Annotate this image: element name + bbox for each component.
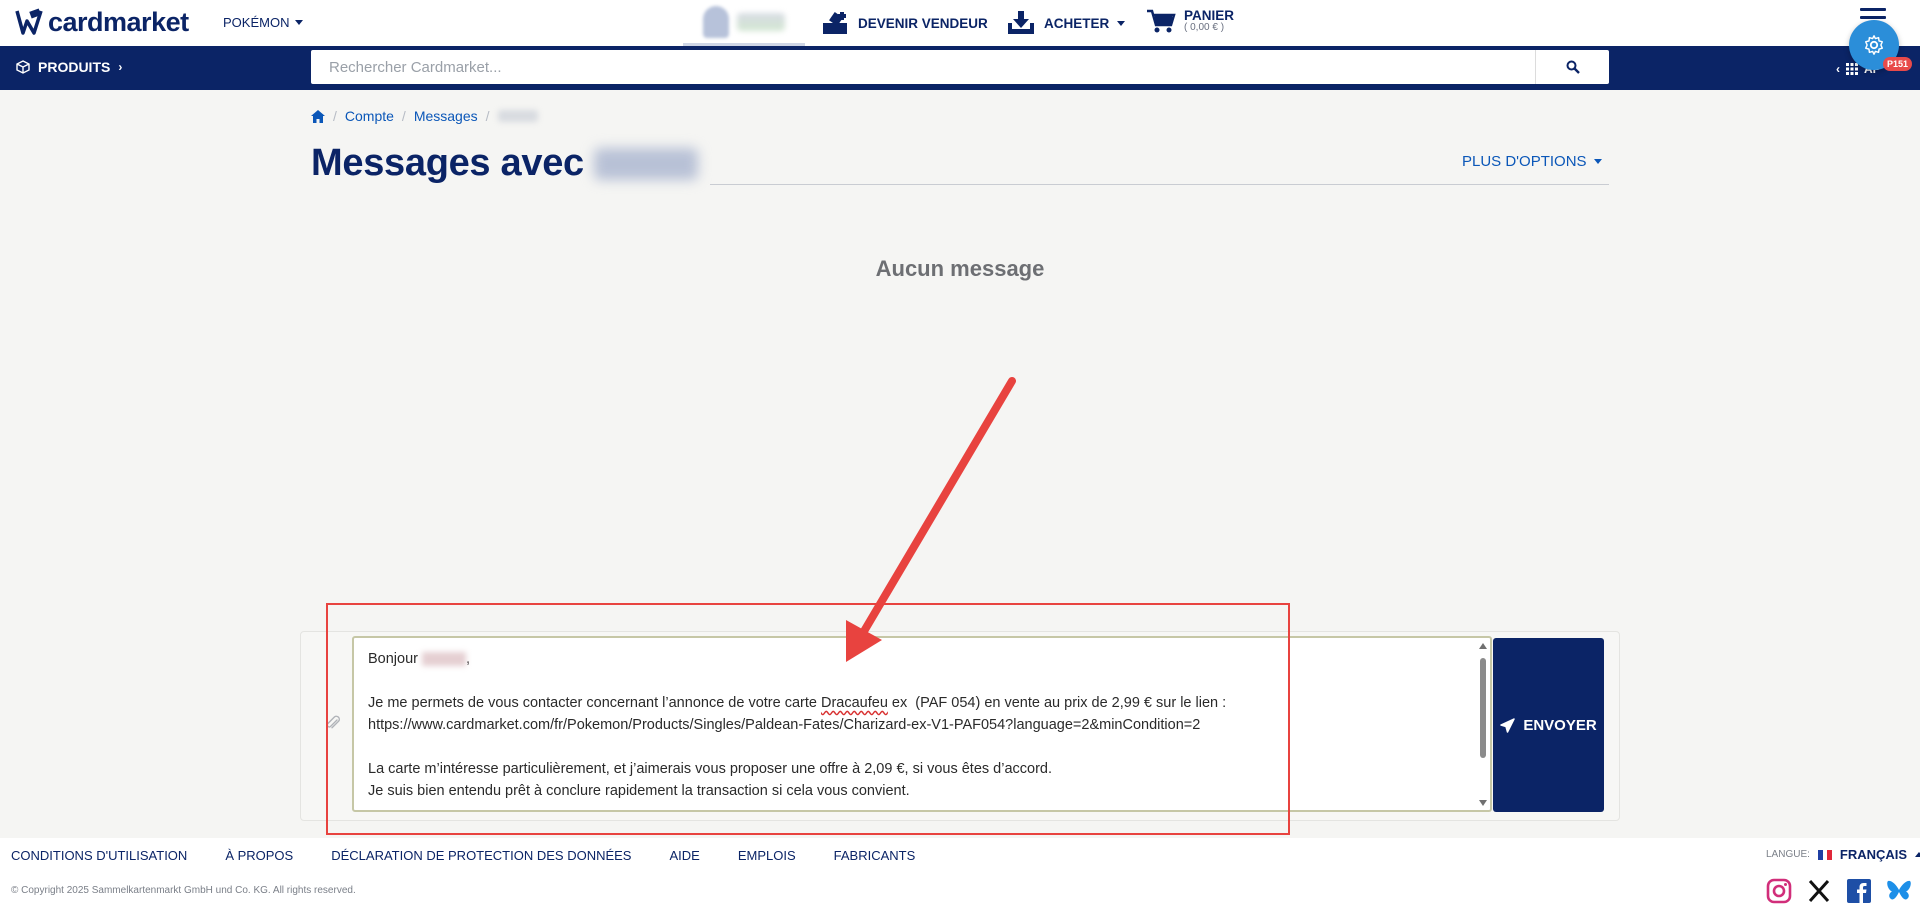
buy-menu[interactable]: ACHETER (1006, 10, 1126, 36)
search-button[interactable] (1535, 50, 1609, 84)
message-textarea[interactable]: Bonjour , Je me permets de vous contacte… (352, 636, 1492, 812)
buy-label: ACHETER (1044, 15, 1110, 31)
become-seller-label: DEVENIR VENDEUR (858, 15, 988, 31)
cube-icon (16, 60, 30, 74)
scroll-up-icon[interactable] (1479, 643, 1487, 649)
more-options-label: PLUS D'OPTIONS (1462, 153, 1587, 170)
paperclip-icon[interactable] (324, 714, 342, 732)
seller-icon (823, 12, 847, 34)
chevron-right-icon: › (118, 60, 123, 74)
instagram-icon[interactable] (1766, 878, 1792, 904)
footer-link-help[interactable]: AIDE (669, 848, 699, 863)
empty-conversation-text: Aucun message (875, 256, 1045, 281)
home-icon[interactable] (311, 109, 325, 123)
chevron-left-icon: ‹ (1836, 62, 1840, 76)
search-icon (1566, 60, 1580, 74)
chevron-up-icon (1915, 852, 1920, 857)
search-bar (311, 50, 1609, 84)
recipient-name-blurred (593, 147, 698, 180)
language-label: LANGUE: (1766, 849, 1810, 860)
notification-badge: P151 (1883, 57, 1913, 71)
user-name-blurred (737, 12, 785, 31)
logo-icon (15, 8, 43, 35)
chevron-down-icon (1593, 159, 1602, 164)
search-input[interactable] (311, 50, 1535, 84)
scroll-down-icon[interactable] (1479, 800, 1487, 806)
message-blank-line (368, 670, 1450, 692)
facebook-icon[interactable] (1846, 878, 1872, 904)
download-icon (1008, 11, 1034, 34)
grid-icon (1846, 63, 1858, 75)
message-line-4: Je suis bien entendu prêt à conclure rap… (368, 783, 910, 799)
bluesky-icon[interactable] (1886, 878, 1912, 904)
cart-text: PANIER ( 0,00 € ) (1184, 7, 1235, 34)
social-links (1766, 878, 1912, 904)
cart-icon (1147, 9, 1176, 33)
chevron-down-icon (1117, 20, 1126, 26)
footer-links: CONDITIONS D'UTILISATION À PROPOS DÉCLAR… (11, 848, 915, 863)
title-divider (710, 184, 1609, 185)
breadcrumb-messages[interactable]: Messages (414, 108, 478, 124)
page-title: Messages avec (311, 142, 698, 185)
footer-link-manufacturers[interactable]: FABRICANTS (834, 848, 916, 863)
cardmarket-logo[interactable]: cardmarket (14, 6, 189, 38)
message-line-3: La carte m’intéresse particulièrement, e… (368, 761, 1052, 777)
breadcrumb-separator: / (401, 108, 406, 124)
copyright: © Copyright 2025 Sammelkartenmarkt GmbH … (11, 885, 356, 896)
avatar (703, 5, 729, 38)
cart-label: PANIER (1184, 7, 1235, 23)
footer-link-jobs[interactable]: EMPLOIS (738, 848, 796, 863)
footer-link-about[interactable]: À PROPOS (225, 848, 293, 863)
gear-icon (1865, 35, 1883, 55)
message-line-2: https://www.cardmarket.com/fr/Pokemon/Pr… (368, 717, 1201, 733)
footer-link-privacy[interactable]: DÉCLARATION DE PROTECTION DES DONNÉES (331, 848, 631, 863)
logo-text: cardmarket (48, 6, 189, 37)
footer: CONDITIONS D'UTILISATION À PROPOS DÉCLAR… (0, 838, 1920, 911)
breadcrumb-current-blurred (497, 110, 538, 122)
page-title-text: Messages avec (311, 142, 584, 184)
cart-amount: ( 0,00 € ) (1184, 21, 1225, 33)
message-line-1: Je me permets de vous contacter concerna… (368, 695, 1227, 711)
send-icon (1500, 717, 1516, 733)
products-menu[interactable]: PRODUITS › (16, 59, 122, 75)
become-seller-link[interactable]: DEVENIR VENDEUR (820, 10, 988, 36)
chevron-down-icon (295, 20, 304, 25)
game-selector-label: POKÉMON (223, 15, 290, 30)
send-button[interactable]: ENVOYER (1493, 638, 1604, 812)
more-options-dropdown[interactable]: PLUS D'OPTIONS (1462, 153, 1602, 170)
message-blank-line (368, 736, 1450, 758)
recipient-name-blurred (422, 652, 467, 667)
send-label: ENVOYER (1523, 716, 1597, 734)
products-label: PRODUITS (38, 59, 111, 75)
x-icon[interactable] (1806, 878, 1832, 904)
language-value: FRANÇAIS (1839, 847, 1908, 862)
textarea-scrollbar[interactable] (1476, 640, 1490, 810)
breadcrumb-separator: / (485, 108, 490, 124)
scroll-thumb[interactable] (1480, 658, 1486, 758)
user-account-menu[interactable] (683, 0, 805, 46)
breadcrumb: / Compte / Messages / (311, 108, 538, 124)
breadcrumb-account[interactable]: Compte (345, 108, 394, 124)
language-selector[interactable]: LANGUE: FRANÇAIS (1766, 847, 1920, 862)
cart-link[interactable]: PANIER ( 0,00 € ) (1146, 8, 1234, 34)
footer-link-terms[interactable]: CONDITIONS D'UTILISATION (11, 848, 187, 863)
breadcrumb-separator: / (333, 108, 337, 124)
top-header: cardmarket POKÉMON DEVENIR VENDEUR ACHET… (0, 0, 1920, 46)
game-selector[interactable]: POKÉMON (223, 15, 304, 30)
french-flag-icon (1817, 849, 1832, 860)
message-line-greeting: Bonjour , (368, 651, 471, 667)
